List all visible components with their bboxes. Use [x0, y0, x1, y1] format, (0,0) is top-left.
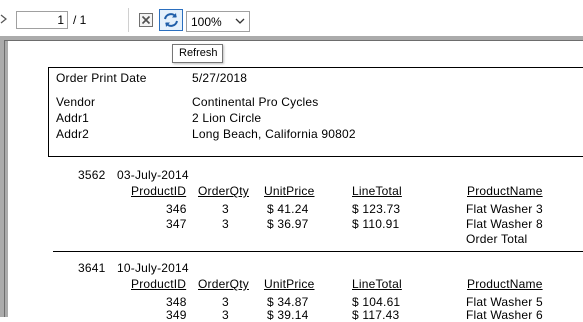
- order-id: 3562: [78, 168, 106, 182]
- page-number-input[interactable]: 1: [16, 11, 68, 29]
- vendor-value: Continental Pro Cycles: [192, 95, 319, 109]
- cell-order-qty: 3: [222, 202, 229, 216]
- cell-product-id: 349: [166, 308, 187, 322]
- addr2-value: Long Beach, California 90802: [192, 127, 356, 141]
- column-header-productid: ProductID: [131, 184, 187, 198]
- column-header-orderqty: OrderQty: [198, 277, 249, 291]
- order-total-label: Order Total: [466, 232, 528, 246]
- cell-product-name: Flat Washer 8: [466, 217, 543, 231]
- cell-line-total: $ 117.43: [352, 308, 400, 322]
- cell-line-total: $ 104.61: [352, 295, 401, 309]
- cell-product-id: 346: [166, 202, 187, 216]
- zoom-select[interactable]: 100%: [186, 11, 250, 32]
- cell-order-qty: 3: [222, 295, 229, 309]
- order-date: 03-July-2014: [117, 168, 189, 182]
- page-total-label: / 1: [73, 13, 87, 27]
- column-header-productname: ProductName: [467, 277, 543, 291]
- addr1-value: 2 Lion Circle: [192, 111, 262, 125]
- column-header-productname: ProductName: [467, 184, 543, 198]
- page-edge-top: [4, 40, 583, 41]
- column-header-unitprice: UnitPrice: [264, 277, 315, 291]
- column-header-linetotal: LineTotal: [352, 184, 402, 198]
- cell-line-total: $ 123.73: [352, 202, 401, 216]
- cell-product-id: 348: [166, 295, 187, 309]
- order-print-date-label: Order Print Date: [56, 71, 147, 85]
- column-header-orderqty: OrderQty: [198, 184, 249, 198]
- cell-product-name: Flat Washer 5: [466, 295, 543, 309]
- refresh-tooltip: Refresh: [172, 44, 223, 63]
- cell-unit-price: $ 41.24: [267, 202, 309, 216]
- addr2-label: Addr2: [56, 127, 90, 141]
- zoom-value: 100%: [191, 15, 222, 29]
- stop-rendering-icon[interactable]: [139, 13, 153, 27]
- cell-product-name: Flat Washer 6: [466, 308, 543, 322]
- page-edge-left: [4, 40, 5, 317]
- column-header-linetotal: LineTotal: [352, 277, 402, 291]
- toolbar-separator: [128, 8, 129, 32]
- cell-product-id: 347: [166, 217, 187, 231]
- refresh-icon: [164, 13, 178, 27]
- cell-line-total: $ 110.91: [352, 217, 400, 231]
- chevron-down-icon: [235, 18, 245, 24]
- order-date: 10-July-2014: [117, 261, 189, 275]
- toolbar-grip-icon: [0, 14, 7, 24]
- cell-order-qty: 3: [222, 217, 229, 231]
- order-print-date-value: 5/27/2018: [192, 71, 248, 85]
- column-header-productid: ProductID: [131, 277, 187, 291]
- cell-unit-price: $ 39.14: [267, 308, 309, 322]
- cell-order-qty: 3: [222, 308, 229, 322]
- addr1-label: Addr1: [56, 111, 90, 125]
- cell-unit-price: $ 34.87: [267, 295, 309, 309]
- column-header-unitprice: UnitPrice: [264, 184, 315, 198]
- order-divider: [53, 251, 583, 252]
- vendor-label: Vendor: [56, 95, 96, 109]
- report-toolbar: 1 / 1 100%: [0, 0, 583, 36]
- order-id: 3641: [78, 261, 106, 275]
- cell-product-name: Flat Washer 3: [466, 202, 543, 216]
- refresh-button[interactable]: [159, 9, 183, 31]
- cell-unit-price: $ 36.97: [267, 217, 309, 231]
